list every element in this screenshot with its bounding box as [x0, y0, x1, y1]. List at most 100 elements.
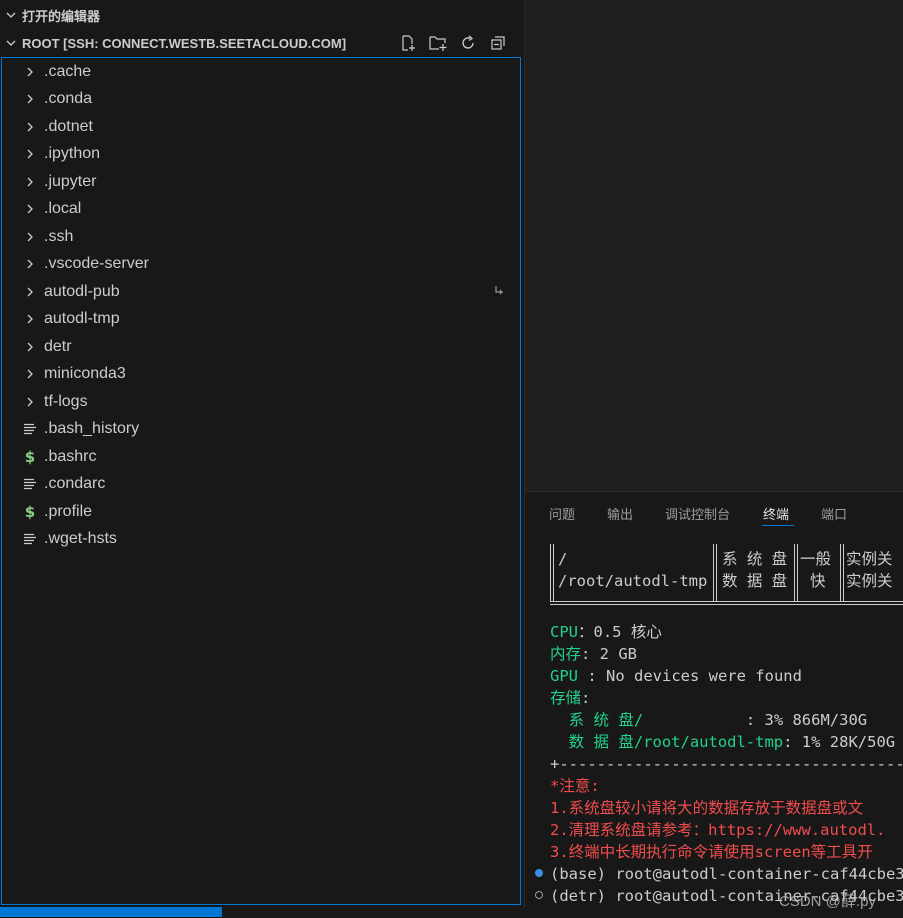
- tree-folder[interactable]: miniconda3: [2, 361, 520, 388]
- terminal-view[interactable]: / 系 统 盘 一般 实例关 /root/autodl-tmp 数 据 盘 快 …: [525, 542, 903, 918]
- tab-output[interactable]: 输出: [607, 504, 633, 523]
- tree-item-label: .jupyter: [44, 172, 97, 190]
- tab-debug-console[interactable]: 调试控制台: [665, 504, 730, 523]
- tree-folder[interactable]: .cache: [2, 58, 520, 85]
- tree-item-label: .profile: [44, 502, 93, 520]
- tree-folder[interactable]: .local: [2, 196, 520, 223]
- new-folder-icon[interactable]: [428, 33, 448, 53]
- tree-folder[interactable]: .dotnet: [2, 113, 520, 140]
- chevron-right-icon: [22, 311, 38, 327]
- data-disk-line: 数 据 盘/root/autodl-tmp: 1% 28K/50G: [550, 733, 896, 751]
- tree-folder[interactable]: .conda: [2, 86, 520, 113]
- chevron-right-icon: [22, 229, 38, 245]
- cpu-line: CPU：0.5 核心: [550, 623, 662, 641]
- tree-folder[interactable]: autodl-tmp: [2, 306, 520, 333]
- chevron-down-icon: [0, 9, 22, 21]
- chevron-right-icon: [22, 91, 38, 107]
- tree-folder[interactable]: .vscode-server: [2, 251, 520, 278]
- shell-script-icon: $: [24, 502, 36, 521]
- chevron-down-icon: [0, 37, 22, 49]
- table-cell: 实例关: [846, 550, 893, 568]
- tree-folder[interactable]: detr: [2, 333, 520, 360]
- disk-table: / 系 统 盘 一般 实例关 /root/autodl-tmp 数 据 盘 快 …: [550, 544, 903, 605]
- table-cell: 系 统 盘: [722, 550, 788, 568]
- tree-folder[interactable]: autodl-pub: [2, 278, 520, 305]
- chevron-right-icon: [22, 119, 38, 135]
- tree-item-label: .wget-hsts: [44, 530, 117, 547]
- watermark: CSDN @薛.py: [779, 893, 876, 910]
- tree-folder[interactable]: tf-logs: [2, 388, 520, 415]
- tree-item-label: autodl-tmp: [44, 310, 120, 327]
- tree-item-label: .vscode-server: [44, 255, 149, 272]
- panel-tabs: 问题 输出 调试控制台 终端 端口: [525, 492, 903, 536]
- new-file-icon[interactable]: [398, 33, 418, 53]
- tree-item-label: .local: [44, 200, 82, 217]
- file-tree: .cache .conda .dotnet .ipython .jupyter .loca…: [1, 57, 521, 905]
- tree-item-label: .bashrc: [44, 447, 97, 465]
- bottom-panel: 问题 输出 调试控制台 终端 端口 / 系 统 盘 一般 实例关 /root/a…: [525, 491, 903, 918]
- tree-item-label: tf-logs: [44, 392, 88, 410]
- tab-problems[interactable]: 问题: [549, 504, 575, 523]
- note-title: *注意:: [550, 777, 600, 795]
- table-cell: /root/autodl-tmp: [558, 572, 708, 590]
- tree-file[interactable]: .condarc: [2, 471, 520, 498]
- tree-item-label: autodl-pub: [44, 282, 120, 300]
- remote-indicator[interactable]: [0, 907, 222, 917]
- tree-file[interactable]: .wget-hsts: [2, 526, 520, 553]
- chevron-right-icon: [22, 256, 38, 272]
- text-file-icon: [22, 421, 38, 437]
- explorer-actions: [398, 29, 508, 57]
- root-folder-label: ROOT [SSH: CONNECT.WESTB.SEETACLOUD.COM]: [22, 35, 347, 51]
- system-disk-line: 系 统 盘/ : 3% 866M/30G: [550, 711, 868, 729]
- table-cell: 一般: [800, 550, 832, 568]
- tab-ports[interactable]: 端口: [821, 504, 847, 523]
- table-cell: 数 据 盘: [722, 572, 788, 590]
- open-editors-header[interactable]: 打开的编辑器: [0, 1, 524, 29]
- chevron-right-icon: [22, 174, 38, 190]
- tree-folder[interactable]: .jupyter: [2, 168, 520, 195]
- chevron-right-icon: [22, 339, 38, 355]
- tree-item-label: .ipython: [44, 145, 101, 162]
- shell-script-icon: $: [24, 447, 36, 466]
- tree-file[interactable]: $ .bashrc: [2, 443, 520, 470]
- editor-area: [525, 0, 903, 491]
- tree-item-label: .cache: [44, 62, 92, 80]
- tree-file[interactable]: .bash_history: [2, 416, 520, 443]
- table-cell: 实例关: [846, 572, 893, 590]
- tree-folder[interactable]: .ipython: [2, 141, 520, 168]
- chevron-right-icon: [22, 394, 38, 410]
- table-cell: /: [558, 550, 568, 568]
- separator-line: +---------------------------------------…: [550, 755, 903, 773]
- chevron-right-icon: [22, 64, 38, 80]
- tree-item-label: .ssh: [44, 227, 74, 245]
- command-success-icon[interactable]: [535, 869, 543, 877]
- command-pending-icon[interactable]: [535, 891, 543, 899]
- storage-line: 存储:: [550, 689, 591, 707]
- tree-item-label: .condarc: [44, 475, 106, 492]
- tree-item-label: detr: [44, 337, 72, 355]
- refresh-icon[interactable]: [458, 33, 478, 53]
- tab-terminal[interactable]: 终端: [763, 504, 789, 523]
- root-folder-header[interactable]: ROOT [SSH: CONNECT.WESTB.SEETACLOUD.COM]: [0, 29, 524, 57]
- note-line: 1.系统盘较小请将大的数据存放于数据盘或文: [550, 799, 864, 817]
- chevron-right-icon: [22, 201, 38, 217]
- text-file-icon: [22, 531, 38, 547]
- gpu-line: GPU : No devices were found: [550, 667, 802, 685]
- mouse-cursor-icon: [493, 282, 505, 295]
- open-editors-label: 打开的编辑器: [22, 8, 101, 24]
- text-file-icon: [22, 476, 38, 492]
- tree-item-label: .bash_history: [44, 420, 140, 437]
- chevron-right-icon: [22, 366, 38, 382]
- note-line: 2.清理系统盘请参考：https://www.autodl.: [550, 821, 886, 839]
- memory-line: 内存: 2 GB: [550, 645, 638, 663]
- tree-folder[interactable]: .ssh: [2, 223, 520, 250]
- table-cell: 快: [810, 572, 826, 590]
- tree-item-label: miniconda3: [44, 365, 126, 382]
- active-tab-indicator: [762, 525, 794, 526]
- tree-item-label: .conda: [44, 90, 93, 107]
- tree-file[interactable]: $ .profile: [2, 498, 520, 525]
- chevron-right-icon: [22, 146, 38, 162]
- explorer-panel: 打开的编辑器 ROOT [SSH: CONNECT.WESTB.SEETACLO…: [0, 0, 524, 917]
- collapse-all-icon[interactable]: [488, 33, 508, 53]
- chevron-right-icon: [22, 284, 38, 300]
